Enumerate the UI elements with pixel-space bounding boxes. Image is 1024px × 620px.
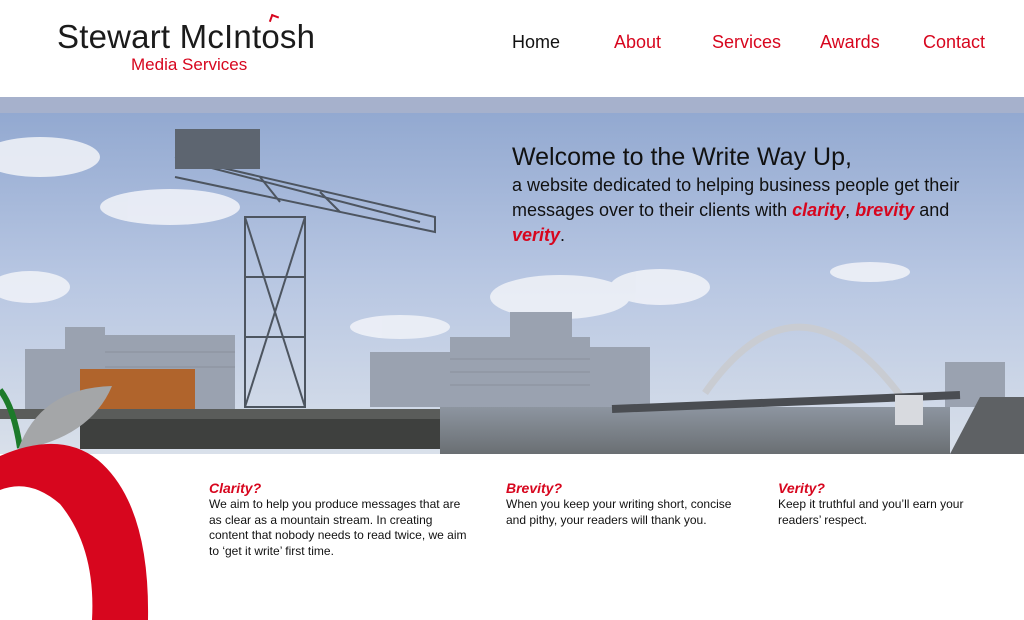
keyword-brevity: brevity	[855, 200, 915, 220]
nav-services[interactable]: Services	[712, 32, 781, 53]
keyword-clarity: clarity	[792, 200, 846, 220]
apple-icon	[0, 386, 149, 620]
nav-about[interactable]: About	[614, 32, 661, 53]
feature-heading: Clarity?	[209, 480, 262, 496]
main-nav: Home About Services Awards Contact	[0, 32, 1024, 56]
feature-text: Keep it truthful and you’ll earn your re…	[778, 497, 964, 527]
feature-clarity: Clarity? We aim to help you produce mess…	[209, 480, 467, 559]
hero-body: a website dedicated to helping business …	[512, 175, 960, 245]
hero-text: Welcome to the Write Way Up, a website d…	[512, 141, 992, 248]
feature-verity: Verity? Keep it truthful and you’ll earn…	[778, 480, 988, 528]
keyword-verity: verity	[512, 225, 561, 245]
feature-text: When you keep your writing short, concis…	[506, 497, 732, 527]
feature-text: We aim to help you produce messages that…	[209, 497, 467, 558]
feature-heading: Brevity?	[506, 480, 563, 496]
nav-contact[interactable]: Contact	[923, 32, 985, 53]
nav-awards[interactable]: Awards	[820, 32, 880, 53]
logo-subtitle: Media Services	[131, 55, 248, 74]
feature-brevity: Brevity? When you keep your writing shor…	[506, 480, 741, 528]
feature-heading: Verity?	[778, 480, 825, 496]
nav-home[interactable]: Home	[512, 32, 560, 53]
hero-title: Welcome to the Write Way Up,	[512, 143, 852, 171]
site-header: Stewart McIntosh Media Services Home Abo…	[0, 0, 1024, 97]
